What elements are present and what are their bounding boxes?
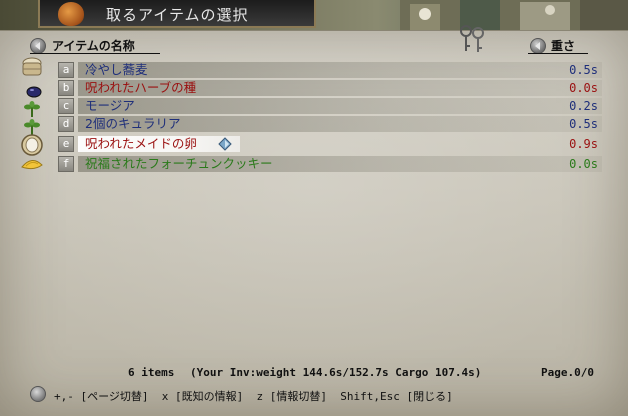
window-title: 取るアイテムの選択 — [106, 6, 249, 24]
item-weight: 0.0s — [569, 81, 598, 95]
list-item[interactable]: c モージア 0.2s — [50, 97, 602, 115]
row-highlight — [78, 62, 602, 78]
inventory-weight: (Your Inv:weight 144.6s/152.7s Cargo 107… — [190, 366, 482, 379]
item-letter[interactable]: b — [58, 80, 74, 96]
item-name: 2個のキュラリア — [85, 116, 181, 131]
bag-icon — [58, 2, 84, 26]
list-item[interactable]: b 呪われたハーブの種 0.0s — [50, 79, 602, 97]
list-item[interactable]: f 祝福されたフォーチュンクッキー 0.0s — [50, 155, 602, 173]
item-name: モージア — [85, 98, 135, 113]
weight-sort-icon[interactable] — [530, 38, 546, 54]
item-weight: 0.2s — [569, 99, 598, 113]
list-item-selected[interactable]: e 呪われたメイドの卵 0.9s — [50, 135, 602, 153]
cookie-icon — [21, 160, 43, 170]
item-weight: 0.9s — [569, 137, 598, 151]
header-underline-weight — [528, 53, 588, 54]
item-letter[interactable]: f — [58, 156, 74, 172]
list-item[interactable]: a 冷やし蕎麦 0.5s — [50, 61, 602, 79]
column-header-weight[interactable]: 重さ — [551, 37, 575, 54]
item-name: 呪われたハーブの種 — [85, 80, 197, 95]
item-weight: 0.5s — [569, 63, 598, 77]
item-name: 冷やし蕎麦 — [85, 62, 148, 77]
item-name: 祝福されたフォーチュンクッキー — [85, 156, 273, 171]
scenery-decoration — [400, 0, 628, 30]
item-count: 6 items — [128, 366, 175, 379]
title-bar: 取るアイテムの選択 — [38, 0, 316, 28]
row-highlight — [78, 98, 602, 114]
lightbulb-icon — [30, 386, 46, 402]
item-letter[interactable]: c — [58, 98, 74, 114]
keys-icon — [460, 25, 484, 52]
diamond-cursor-icon — [218, 137, 232, 151]
header-underline-name — [30, 53, 160, 54]
column-header-name[interactable]: アイテムの名称 — [52, 37, 135, 54]
item-weight: 0.5s — [569, 117, 598, 131]
item-letter[interactable]: e — [58, 136, 74, 152]
key-help-text: +,- [ページ切替] x [既知の情報] z [情報切替] Shift,Esc… — [54, 390, 453, 403]
game-view-strip: 取るアイテムの選択 — [0, 0, 628, 30]
page-indicator: Page.0/0 — [541, 366, 594, 379]
basket-icon — [22, 57, 42, 76]
item-letter[interactable]: d — [58, 116, 74, 132]
item-name: 呪われたメイドの卵 — [85, 136, 197, 151]
list-item[interactable]: d 2個のキュラリア 0.5s — [50, 115, 602, 133]
herb-icon — [24, 101, 40, 117]
item-weight: 0.0s — [569, 157, 598, 171]
item-letter[interactable]: a — [58, 62, 74, 78]
name-sort-icon[interactable] — [30, 38, 46, 54]
